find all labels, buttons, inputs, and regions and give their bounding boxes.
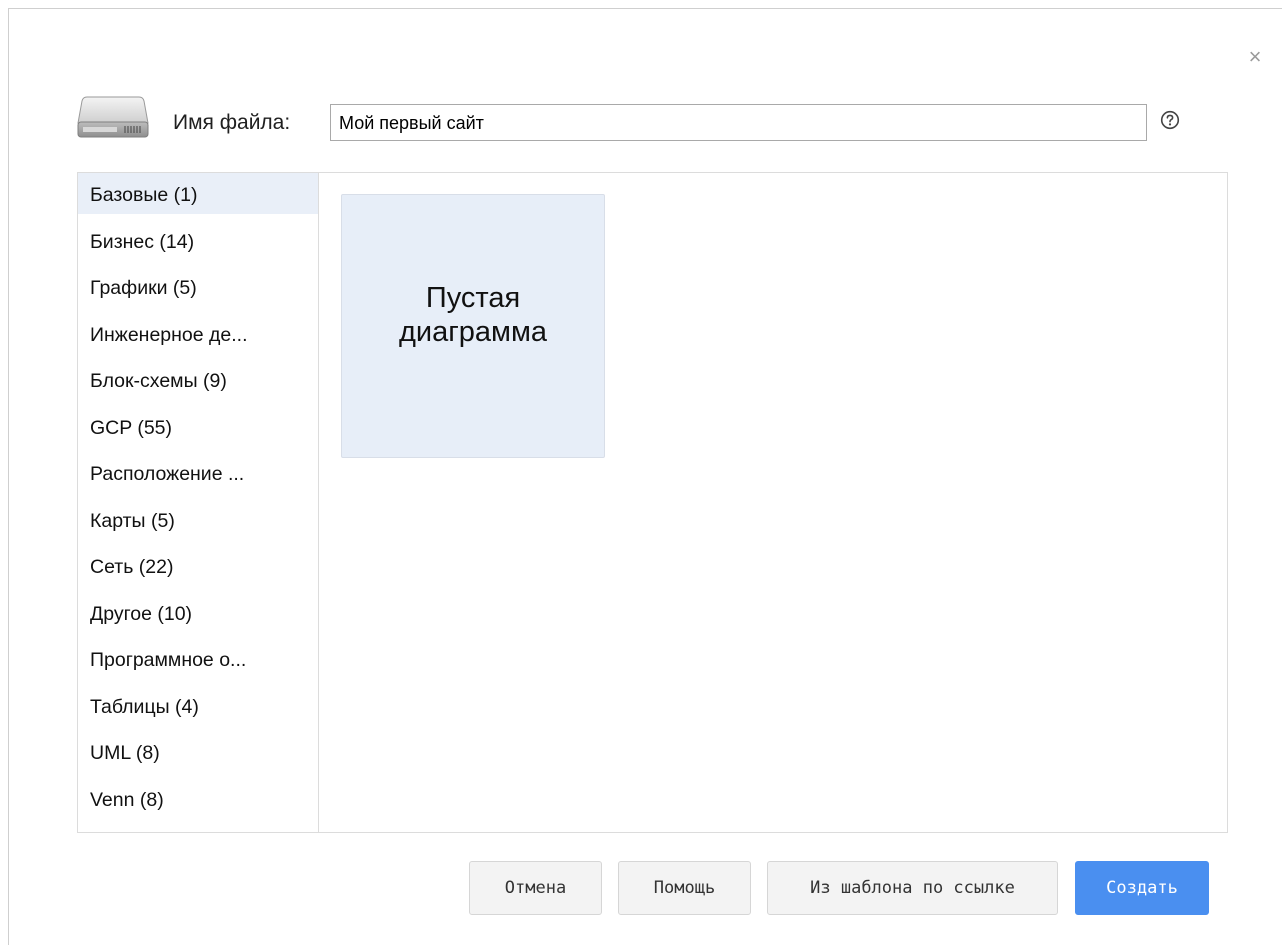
- category-item[interactable]: Карты (5): [78, 493, 318, 540]
- cancel-button[interactable]: Отмена: [469, 861, 602, 915]
- template-label: Пустая диаграмма: [398, 282, 548, 348]
- filename-label: Имя файла:: [173, 111, 291, 134]
- create-button[interactable]: Создать: [1075, 861, 1209, 915]
- category-item[interactable]: Графики (5): [78, 260, 318, 307]
- help-button[interactable]: Помощь: [618, 861, 751, 915]
- category-item[interactable]: Базовые (1): [78, 173, 318, 214]
- question-circle-icon[interactable]: [1160, 110, 1180, 130]
- category-item[interactable]: Инженерное де...: [78, 307, 318, 354]
- category-list[interactable]: Базовые (1) Бизнес (14) Графики (5) Инженер…: [78, 173, 319, 832]
- template-blank-diagram[interactable]: Пустая диаграмма: [341, 194, 605, 458]
- filename-input[interactable]: [330, 104, 1147, 141]
- close-icon[interactable]: ×: [1245, 46, 1265, 68]
- category-item[interactable]: Блок-схемы (9): [78, 353, 318, 400]
- template-panel: Базовые (1) Бизнес (14) Графики (5) Инженер…: [77, 172, 1228, 833]
- category-item[interactable]: Расположение ...: [78, 446, 318, 493]
- category-item[interactable]: Сеть (22): [78, 539, 318, 586]
- category-item[interactable]: Другое (10): [78, 586, 318, 633]
- category-item[interactable]: Venn (8): [78, 772, 318, 819]
- category-item[interactable]: Таблицы (4): [78, 679, 318, 726]
- new-diagram-dialog: × Имя файла: Мой первый сайт Базовые (1)…: [8, 8, 1282, 945]
- category-items: Базовые (1) Бизнес (14) Графики (5) Инженер…: [78, 173, 318, 818]
- category-item[interactable]: UML (8): [78, 725, 318, 772]
- category-item[interactable]: Программное о...: [78, 632, 318, 679]
- template-grid: Пустая диаграмма: [319, 173, 1227, 832]
- category-item[interactable]: Бизнес (14): [78, 214, 318, 261]
- hard-drive-icon: [77, 96, 149, 138]
- category-item[interactable]: GCP (55): [78, 400, 318, 447]
- from-template-url-button[interactable]: Из шаблона по ссылке: [767, 861, 1058, 915]
